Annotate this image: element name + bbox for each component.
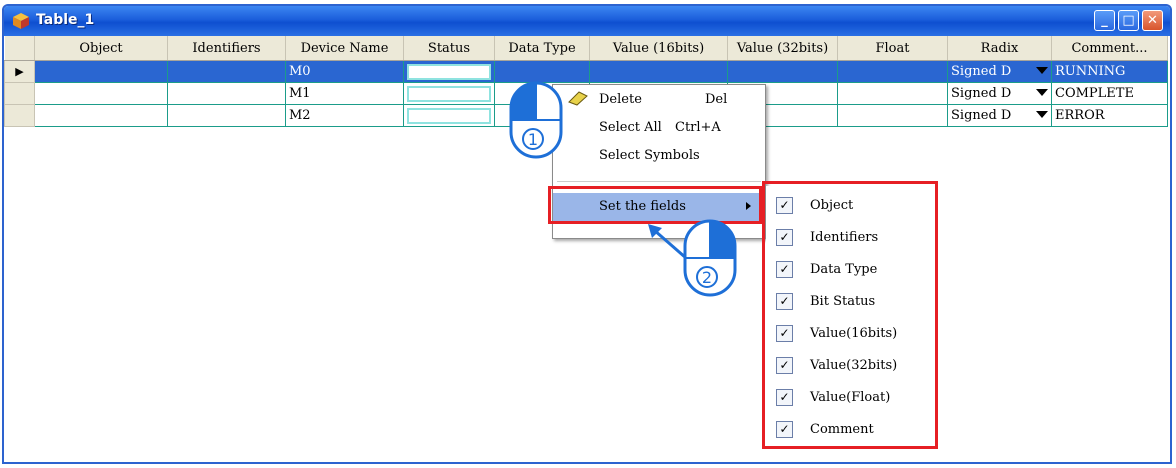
column-header[interactable]: Object (34, 36, 168, 61)
status-indicator (407, 63, 491, 80)
mouse-step-2: 2 (682, 218, 738, 298)
device-name-cell[interactable]: M2 (285, 104, 404, 127)
menu-item-shortcut: Del (705, 92, 728, 107)
step-number: 1 (522, 128, 544, 150)
radix-value: Signed D (951, 108, 1012, 123)
status-indicator (407, 107, 491, 124)
radix-dropdown[interactable]: Signed D (947, 82, 1052, 105)
column-header[interactable]: Comment... (1051, 36, 1168, 61)
row-pointer-icon: ▶ (15, 65, 24, 78)
identifiers-cell[interactable] (167, 104, 286, 127)
column-header[interactable]: Value (32bits) (727, 36, 838, 61)
menu-separator (557, 181, 761, 182)
identifiers-cell[interactable] (167, 82, 286, 105)
row-selector[interactable] (4, 82, 35, 105)
float-cell[interactable] (837, 104, 948, 127)
menu-item-label: Delete (599, 92, 642, 107)
comment-cell[interactable]: RUNNING (1051, 60, 1168, 83)
column-header[interactable]: Identifiers (167, 36, 286, 61)
minimize-icon: _ (1101, 13, 1108, 28)
column-header[interactable]: Device Name (285, 36, 404, 61)
table-header: Object Identifiers Device Name Status Da… (4, 36, 1168, 61)
highlight-box-fields (762, 181, 938, 449)
column-header[interactable]: Status (403, 36, 495, 61)
identifiers-cell[interactable] (167, 60, 286, 83)
column-header[interactable]: Value (16bits) (589, 36, 728, 61)
object-cell[interactable] (34, 82, 168, 105)
device-name-cell[interactable]: M0 (285, 60, 404, 83)
maximize-button[interactable]: □ (1118, 10, 1139, 31)
menu-item-shortcut: Ctrl+A (675, 120, 721, 135)
dropdown-arrow-icon (1036, 111, 1048, 118)
table-row[interactable]: ▶ M0 Signed D RUNNING (4, 60, 1168, 83)
object-cell[interactable] (34, 104, 168, 127)
row-selector[interactable]: ▶ (4, 60, 35, 83)
mouse-step-1: 1 (508, 80, 564, 160)
row-header-corner (4, 36, 35, 61)
device-name-cell[interactable]: M1 (285, 82, 404, 105)
title-bar[interactable]: Table_1 _ □ ✕ (4, 6, 1170, 36)
menu-item-label: Select All (599, 120, 662, 135)
status-cell[interactable] (403, 104, 495, 127)
radix-value: Signed D (951, 64, 1012, 79)
close-button[interactable]: ✕ (1142, 10, 1163, 31)
radix-value: Signed D (951, 86, 1012, 101)
menu-item-label: Select Symbols (599, 148, 700, 163)
comment-cell[interactable]: COMPLETE (1051, 82, 1168, 105)
float-cell[interactable] (837, 82, 948, 105)
cube-icon (13, 13, 29, 29)
object-cell[interactable] (34, 60, 168, 83)
value32-cell[interactable] (727, 60, 838, 83)
value16-cell[interactable] (589, 60, 728, 83)
dropdown-arrow-icon (1036, 89, 1048, 96)
comment-cell[interactable]: ERROR (1051, 104, 1168, 127)
window-title: Table_1 (36, 12, 95, 28)
close-icon: ✕ (1147, 13, 1158, 28)
menu-item-select-symbols[interactable]: Select Symbols (553, 143, 765, 169)
column-header[interactable]: Data Type (494, 36, 590, 61)
status-indicator (407, 85, 491, 102)
maximize-icon: □ (1122, 13, 1135, 28)
column-header[interactable]: Float (837, 36, 948, 61)
status-cell[interactable] (403, 60, 495, 83)
radix-dropdown[interactable]: Signed D (947, 104, 1052, 127)
status-cell[interactable] (403, 82, 495, 105)
menu-item-select-all[interactable]: Select All Ctrl+A (553, 115, 765, 141)
dropdown-arrow-icon (1036, 67, 1048, 74)
row-selector[interactable] (4, 104, 35, 127)
menu-item-delete[interactable]: Delete Del (553, 87, 765, 113)
radix-dropdown[interactable]: Signed D (947, 60, 1052, 83)
float-cell[interactable] (837, 60, 948, 83)
column-header[interactable]: Radix (947, 36, 1052, 61)
step-number: 2 (696, 266, 718, 288)
minimize-button[interactable]: _ (1094, 10, 1115, 31)
